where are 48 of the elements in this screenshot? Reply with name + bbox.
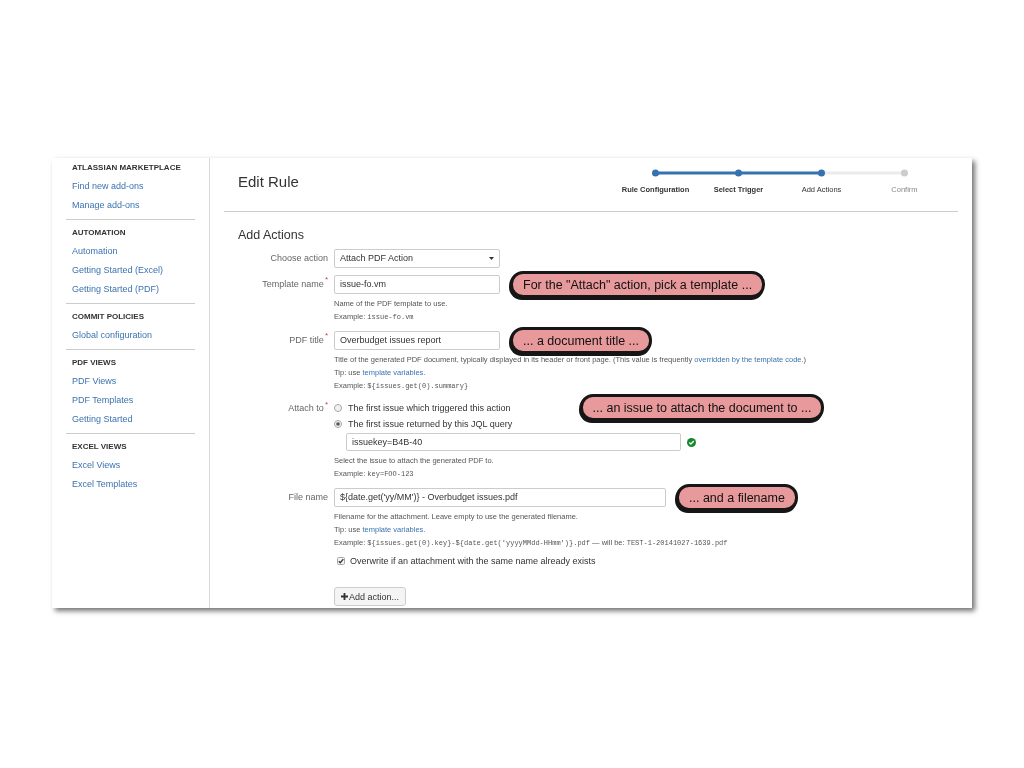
sidebar-link[interactable]: PDF Views [72,372,117,391]
step-dot [735,169,742,176]
required-mark: * [324,275,328,284]
checkbox-label: Overwrite if an attachment with the same name already exists [350,556,596,566]
sidebar-link[interactable]: Global configuration [72,326,153,345]
action-select[interactable]: Attach PDF Action [334,249,500,268]
radio-button[interactable] [334,420,342,428]
field-label: Attach to [288,402,324,415]
sidebar-link[interactable]: Find new add-ons [72,177,144,196]
checkbox[interactable] [337,557,345,565]
radio-button[interactable] [334,404,342,412]
radio-label: The first issue which triggered this action [348,403,511,413]
step-dot [818,169,825,176]
sidebar-link[interactable]: Getting Started (Excel) [72,261,164,280]
sidebar-heading: PDF VIEWS [72,357,116,369]
section-heading: Add Actions [238,227,304,243]
add-action-button[interactable]: Add action... [334,587,407,606]
required-mark: * [324,331,328,340]
annotation-callout: ... and a filename [676,484,798,511]
sidebar-heading: ATLASSIAN MARKETPLACE [72,162,181,174]
sidebar-link[interactable]: Manage add-ons [72,196,140,215]
sidebar-link[interactable]: Getting Started (PDF) [72,280,160,299]
sidebar-heading: AUTOMATION [72,227,126,239]
sidebar-link[interactable]: Excel Views [72,456,121,475]
sidebar-link[interactable]: Automation [72,242,118,261]
radio-label: The first issue returned by this JQL query [348,419,513,429]
sidebar-link[interactable]: PDF Templates [72,391,134,410]
annotation-callout: ... a document title ... [510,327,653,354]
text-field[interactable]: ${date.get('yy/MM')} - Overbudget issues.pdf [334,488,666,507]
required-mark: * [324,400,328,409]
sidebar-heading: COMMIT POLICIES [72,311,144,323]
sidebar-heading: EXCEL VIEWS [72,441,127,453]
field-label: File name [288,491,328,504]
page-title: Edit Rule [238,171,299,192]
step-dot [652,169,659,176]
annotation-callout: ... an issue to attach the document to ... [579,394,825,421]
field-label: PDF title [289,334,324,347]
sidebar-link[interactable]: Getting Started [72,410,133,429]
text-field[interactable]: issue-fo.vm [334,275,500,294]
step-dot [901,169,908,176]
text-field[interactable]: Overbudget issues report [334,331,500,350]
field-label: Template name [262,278,324,291]
query-field[interactable]: issuekey=B4B-40 [346,433,681,451]
caret-icon [489,257,494,260]
plus-icon [341,593,348,600]
sidebar-link[interactable]: Excel Templates [72,475,138,494]
field-label: Choose action [270,252,328,265]
annotation-callout: For the "Attach" action, pick a template ... [510,271,766,298]
